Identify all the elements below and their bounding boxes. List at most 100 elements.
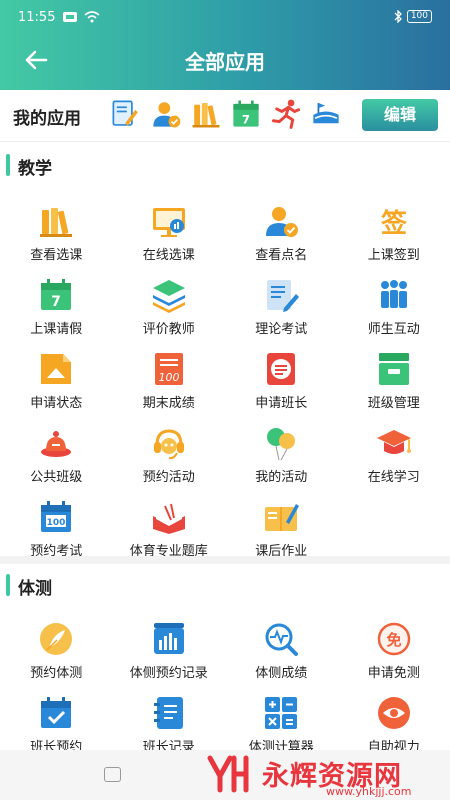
fitness-app-grid: 预约体测 体侧预约记录 体侧成绩免申请免测 班长预约 班长记录 体测计算器 自助视力	[0, 620, 450, 768]
page-title: 全部应用	[185, 50, 265, 74]
monitor-chart-icon	[152, 208, 185, 237]
calendar-check-icon	[41, 697, 71, 728]
section-title: 体测	[18, 579, 52, 599]
user-check-icon	[266, 207, 298, 237]
app-tile[interactable]: 免申请免测	[338, 620, 450, 694]
app-tile[interactable]: 理论考试	[225, 276, 338, 350]
app-tile[interactable]: 申请状态	[0, 350, 113, 424]
app-tile-label: 期末成绩	[142, 396, 195, 411]
sign-in-icon: 签	[380, 208, 407, 239]
app-tile-label: 查看选课	[30, 248, 83, 263]
eye-icon	[377, 697, 410, 729]
headset-icon	[153, 429, 184, 460]
app-tile[interactable]: 在线学习	[338, 424, 450, 498]
app-tile-label: 上课签到	[367, 248, 420, 263]
section-header-teaching: 教学	[0, 150, 450, 180]
runner-icon	[271, 99, 301, 129]
app-tile[interactable]: 在线选课	[113, 202, 226, 276]
app-tile-label: 申请班长	[255, 396, 308, 411]
app-tile[interactable]: 体侧预约记录	[113, 620, 226, 694]
books-icon	[40, 208, 72, 237]
app-tile[interactable]: 班级管理	[338, 350, 450, 424]
calculator-icon	[265, 697, 297, 729]
notepad-icon	[153, 697, 183, 729]
app-tile-label: 预约体测	[30, 666, 83, 681]
app-tile-label: 体侧预约记录	[129, 666, 208, 681]
open-book-icon	[152, 503, 185, 534]
calendar-icon: 7	[233, 100, 259, 127]
svg-text:免: 免	[386, 631, 401, 649]
calendar-100-icon: 100	[41, 501, 71, 532]
balloons-icon	[267, 428, 295, 461]
app-tile-label: 班级管理	[367, 396, 420, 411]
stadium-icon	[313, 103, 339, 124]
graduation-cap-icon	[376, 430, 411, 454]
section-header-fitness-test: 体测	[0, 570, 450, 600]
my-apps-icons: 7	[110, 98, 342, 130]
inbox-icon	[378, 353, 409, 385]
my-apps-bar: 我的应用 7 编辑	[0, 90, 450, 142]
svg-text:100: 100	[158, 371, 179, 384]
notification-icon	[63, 12, 77, 22]
app-tile-label: 申请状态	[30, 396, 83, 411]
app-header: 11:55 100 全部应用	[0, 0, 450, 90]
calendar-icon: 7	[41, 279, 71, 310]
app-tile-label: 评价教师	[142, 322, 195, 337]
app-tile-label: 师生互动	[367, 322, 420, 337]
svg-text:签: 签	[380, 208, 407, 239]
app-tile[interactable]: 查看选课	[0, 202, 113, 276]
bar-chart-icon	[153, 623, 184, 654]
home-square-icon[interactable]	[104, 767, 121, 782]
section-accent-bar	[6, 574, 10, 596]
note-edit-icon	[112, 100, 138, 126]
edit-button[interactable]: 编辑	[362, 99, 438, 131]
feather-icon	[40, 623, 72, 655]
document-edit-icon	[267, 280, 299, 312]
app-tile-label: 在线选课	[142, 248, 195, 263]
home-upload-icon	[41, 354, 71, 384]
svg-text:7: 7	[51, 294, 61, 310]
svg-text:7: 7	[242, 112, 250, 126]
my-apps-label: 我的应用	[13, 109, 81, 129]
app-tile[interactable]: 公共班级	[0, 424, 113, 498]
user-check-icon	[153, 102, 181, 128]
app-tile[interactable]: 签上课签到	[338, 202, 450, 276]
wifi-icon	[84, 11, 100, 23]
teaching-app-grid: 查看选课 在线选课 查看点名 签上课签到 7 上课请假 评价教师 理论考试 师生互动申请状态 10…	[0, 202, 450, 572]
status-right: 100	[394, 10, 432, 23]
app-tile-label: 上课请假	[30, 322, 83, 337]
battery-icon: 100	[406, 10, 432, 23]
app-tile-label: 申请免测	[367, 666, 420, 681]
app-tile[interactable]: 我的活动	[225, 424, 338, 498]
app-tile-label: 在线学习	[367, 470, 420, 485]
bell-class-icon	[41, 431, 71, 457]
app-tile-label: 预约活动	[142, 470, 195, 485]
section-title: 教学	[18, 159, 52, 179]
app-tile[interactable]: 查看点名	[225, 202, 338, 276]
app-tile-label: 查看点名	[255, 248, 308, 263]
app-tile[interactable]: 100 期末成绩	[113, 350, 226, 424]
app-tile-label: 我的活动	[255, 470, 308, 485]
form-icon	[267, 353, 295, 385]
watermark-url: www.yhkjjj.com	[326, 785, 412, 798]
section-accent-bar	[6, 154, 10, 176]
exempt-icon: 免	[377, 622, 410, 656]
app-tile[interactable]: 师生互动	[338, 276, 450, 350]
watermark: 永辉资源网 www.yhkjjj.com	[206, 752, 446, 798]
books-icon	[192, 103, 220, 128]
app-tile[interactable]: 7 上课请假	[0, 276, 113, 350]
watermark-logo-icon	[207, 755, 249, 793]
app-tile[interactable]: 预约体测	[0, 620, 113, 694]
svg-text:100: 100	[47, 518, 66, 528]
status-time: 11:55	[18, 10, 56, 25]
app-tile-label: 理论考试	[255, 322, 308, 337]
app-tile[interactable]: 体侧成绩	[225, 620, 338, 694]
app-tile[interactable]: 预约活动	[113, 424, 226, 498]
app-tile[interactable]: 申请班长	[225, 350, 338, 424]
status-icons	[62, 11, 100, 23]
bluetooth-icon	[394, 10, 402, 23]
section-divider	[0, 556, 450, 564]
score-sheet-icon: 100	[154, 353, 183, 385]
app-tile[interactable]: 评价教师	[113, 276, 226, 350]
notebook-icon	[265, 504, 299, 531]
